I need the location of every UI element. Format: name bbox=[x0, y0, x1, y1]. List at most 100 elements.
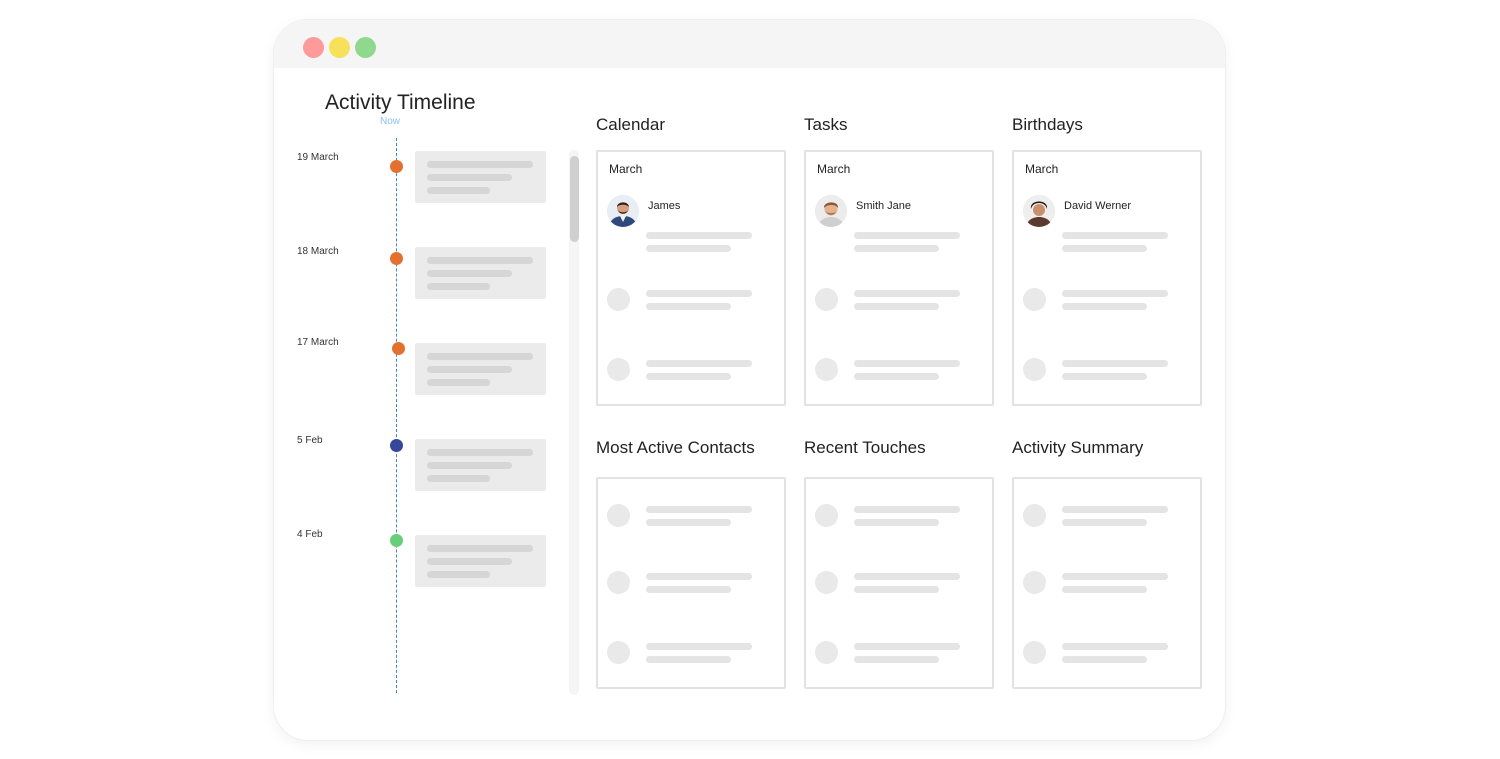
placeholder-line bbox=[427, 187, 490, 194]
placeholder-line bbox=[646, 519, 731, 526]
placeholder-line bbox=[427, 571, 490, 578]
placeholder-line bbox=[427, 174, 512, 181]
placeholder-line bbox=[854, 656, 939, 663]
placeholder-line bbox=[854, 373, 939, 380]
placeholder-avatar bbox=[815, 504, 838, 527]
placeholder-avatar bbox=[1023, 571, 1046, 594]
timeline-axis bbox=[396, 138, 397, 693]
placeholder-line bbox=[646, 290, 752, 297]
placeholder-line bbox=[1062, 519, 1147, 526]
placeholder-line bbox=[854, 360, 960, 367]
timeline-date: 5 Feb bbox=[297, 435, 323, 446]
recent-touches-card[interactable] bbox=[804, 477, 994, 689]
timeline-now-label: Now bbox=[380, 116, 401, 127]
placeholder-avatar bbox=[607, 641, 630, 664]
placeholder-line bbox=[1062, 245, 1147, 252]
app-window: Activity Timeline Now 19 March 18 March … bbox=[274, 20, 1225, 740]
birthdays-month: March bbox=[1025, 162, 1059, 176]
maximize-window-button[interactable] bbox=[355, 37, 376, 58]
timeline-marker bbox=[390, 534, 403, 547]
timeline-marker bbox=[392, 342, 405, 355]
placeholder-line bbox=[854, 245, 939, 252]
placeholder-line bbox=[1062, 506, 1168, 513]
tasks-card[interactable]: March Smith Jane bbox=[804, 150, 994, 406]
timeline-entry-card[interactable] bbox=[415, 439, 546, 491]
placeholder-avatar bbox=[815, 641, 838, 664]
placeholder-line bbox=[646, 643, 752, 650]
placeholder-line bbox=[427, 475, 490, 482]
placeholder-line bbox=[854, 303, 939, 310]
placeholder-line bbox=[427, 270, 512, 277]
placeholder-line bbox=[1062, 360, 1168, 367]
person-name: Smith Jane bbox=[856, 200, 912, 212]
placeholder-line bbox=[427, 449, 533, 456]
tasks-month: March bbox=[817, 162, 851, 176]
placeholder-line bbox=[1062, 643, 1168, 650]
placeholder-line bbox=[427, 558, 512, 565]
placeholder-line bbox=[854, 586, 939, 593]
placeholder-line bbox=[854, 519, 939, 526]
calendar-card[interactable]: March James bbox=[596, 150, 786, 406]
timeline-date: 4 Feb bbox=[297, 529, 323, 540]
close-window-button[interactable] bbox=[303, 37, 324, 58]
placeholder-avatar bbox=[1023, 358, 1046, 381]
most-active-contacts-card[interactable] bbox=[596, 477, 786, 689]
scrollbar-thumb[interactable] bbox=[570, 156, 579, 242]
placeholder-line bbox=[1062, 656, 1147, 663]
timeline-entry-card[interactable] bbox=[415, 343, 546, 395]
placeholder-line bbox=[427, 283, 490, 290]
placeholder-line bbox=[646, 373, 731, 380]
placeholder-avatar bbox=[815, 571, 838, 594]
birthdays-title: Birthdays bbox=[1012, 115, 1083, 134]
calendar-title: Calendar bbox=[596, 115, 665, 134]
placeholder-line bbox=[646, 506, 752, 513]
placeholder-line bbox=[1062, 586, 1147, 593]
placeholder-line bbox=[646, 656, 731, 663]
recent-touches-title: Recent Touches bbox=[804, 438, 926, 457]
timeline-entry-card[interactable] bbox=[415, 151, 546, 203]
minimize-window-button[interactable] bbox=[329, 37, 350, 58]
placeholder-line bbox=[1062, 290, 1168, 297]
timeline-date: 17 March bbox=[297, 337, 339, 348]
birthdays-card[interactable]: March David Werner bbox=[1012, 150, 1202, 406]
placeholder-line bbox=[427, 545, 533, 552]
timeline-marker bbox=[390, 160, 403, 173]
placeholder-line bbox=[646, 573, 752, 580]
placeholder-line bbox=[427, 462, 512, 469]
placeholder-line bbox=[427, 161, 533, 168]
timeline-entry-card[interactable] bbox=[415, 247, 546, 299]
placeholder-line bbox=[646, 360, 752, 367]
calendar-month: March bbox=[609, 162, 643, 176]
placeholder-avatar bbox=[607, 571, 630, 594]
placeholder-line bbox=[646, 586, 731, 593]
placeholder-line bbox=[1062, 573, 1168, 580]
tasks-title: Tasks bbox=[804, 115, 848, 134]
placeholder-avatar bbox=[1023, 504, 1046, 527]
placeholder-line bbox=[427, 353, 533, 360]
placeholder-line bbox=[854, 643, 960, 650]
timeline-marker bbox=[390, 252, 403, 265]
placeholder-line bbox=[646, 245, 731, 252]
timeline-scrollbar[interactable] bbox=[569, 150, 579, 695]
avatar bbox=[815, 195, 847, 227]
placeholder-line bbox=[646, 232, 752, 239]
placeholder-line bbox=[854, 290, 960, 297]
placeholder-line bbox=[646, 303, 731, 310]
placeholder-line bbox=[427, 379, 490, 386]
timeline-title: Activity Timeline bbox=[325, 91, 476, 114]
activity-summary-card[interactable] bbox=[1012, 477, 1202, 689]
avatar bbox=[1023, 195, 1055, 227]
placeholder-line bbox=[854, 506, 960, 513]
timeline-entry-card[interactable] bbox=[415, 535, 546, 587]
timeline-date: 19 March bbox=[297, 152, 339, 163]
placeholder-line bbox=[1062, 303, 1147, 310]
placeholder-line bbox=[1062, 373, 1147, 380]
timeline-date: 18 March bbox=[297, 246, 339, 257]
person-name: David Werner bbox=[1064, 200, 1132, 212]
placeholder-avatar bbox=[815, 288, 838, 311]
placeholder-avatar bbox=[1023, 641, 1046, 664]
person-name: James bbox=[648, 200, 681, 212]
placeholder-avatar bbox=[1023, 288, 1046, 311]
placeholder-line bbox=[1062, 232, 1168, 239]
title-bar bbox=[274, 20, 1225, 68]
